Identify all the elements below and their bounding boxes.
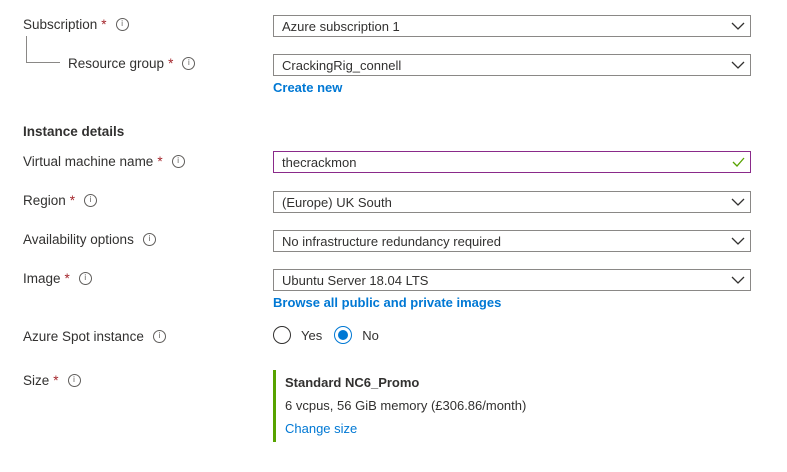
tree-connector	[26, 36, 60, 63]
spot-radio-group: Yes No	[273, 326, 391, 344]
size-summary: Standard NC6_Promo 6 vcpus, 56 GiB memor…	[273, 370, 526, 442]
vm-name-label-row: Virtual machine name * i	[23, 151, 185, 171]
checkmark-icon	[726, 157, 750, 167]
spot-yes-label: Yes	[301, 327, 323, 343]
required-marker: *	[53, 372, 59, 388]
image-value: Ubuntu Server 18.04 LTS	[282, 272, 429, 288]
info-icon[interactable]: i	[152, 329, 166, 343]
size-description: 6 vcpus, 56 GiB memory (£306.86/month)	[285, 398, 527, 413]
change-size-link[interactable]: Change size	[285, 421, 526, 436]
info-icon[interactable]: i	[142, 232, 156, 246]
chevron-down-icon	[726, 198, 750, 206]
resource-group-dropdown[interactable]: CrackingRig_connell	[273, 54, 751, 76]
availability-label-row: Availability options i	[23, 229, 156, 249]
info-icon[interactable]: i	[171, 154, 185, 168]
section-title-instance-details: Instance details	[23, 124, 125, 139]
size-label: Size	[23, 372, 50, 388]
region-label: Region	[23, 192, 66, 208]
info-icon[interactable]: i	[78, 271, 92, 285]
size-name: Standard NC6_Promo	[285, 375, 420, 390]
resource-group-label: Resource group	[68, 55, 165, 71]
info-icon[interactable]: i	[67, 373, 81, 387]
subscription-dropdown[interactable]: Azure subscription 1	[273, 15, 751, 37]
chevron-down-icon	[726, 61, 750, 69]
subscription-label: Subscription	[23, 16, 98, 32]
subscription-label-row: Subscription * i	[23, 14, 129, 34]
image-label: Image	[23, 270, 61, 286]
chevron-down-icon	[726, 22, 750, 30]
required-marker: *	[101, 16, 107, 32]
spot-label-row: Azure Spot instance i	[23, 326, 166, 346]
image-label-row: Image * i	[23, 268, 92, 288]
radio-unchecked-icon[interactable]	[273, 326, 291, 344]
required-marker: *	[64, 270, 70, 286]
info-icon[interactable]: i	[84, 193, 98, 207]
availability-label: Availability options	[23, 231, 134, 247]
required-marker: *	[157, 153, 163, 169]
spot-label: Azure Spot instance	[23, 328, 144, 344]
chevron-down-icon	[726, 276, 750, 284]
required-marker: *	[69, 192, 76, 208]
resource-group-value: CrackingRig_connell	[282, 57, 402, 73]
vm-name-input[interactable]: thecrackmon	[273, 151, 751, 173]
subscription-value: Azure subscription 1	[282, 18, 400, 34]
image-dropdown[interactable]: Ubuntu Server 18.04 LTS	[273, 269, 751, 291]
availability-value: No infrastructure redundancy required	[282, 233, 501, 249]
vm-name-label: Virtual machine name	[23, 153, 154, 169]
required-marker: *	[168, 55, 174, 71]
region-value: (Europe) UK South	[282, 194, 392, 210]
chevron-down-icon	[726, 237, 750, 245]
create-new-link[interactable]: Create new	[273, 80, 342, 95]
info-icon[interactable]: i	[115, 17, 129, 31]
radio-checked-icon[interactable]	[334, 326, 353, 344]
size-label-row: Size * i	[23, 370, 81, 390]
spot-no-label: No	[362, 327, 379, 343]
vm-name-value: thecrackmon	[282, 154, 357, 170]
info-icon[interactable]: i	[182, 56, 196, 70]
browse-images-link[interactable]: Browse all public and private images	[273, 295, 501, 310]
spot-radio-yes[interactable]: Yes	[273, 326, 322, 344]
availability-dropdown[interactable]: No infrastructure redundancy required	[273, 230, 751, 252]
region-label-row: Region * i	[23, 190, 98, 210]
region-dropdown[interactable]: (Europe) UK South	[273, 191, 751, 213]
spot-radio-no[interactable]: No	[334, 326, 379, 344]
resource-group-label-row: Resource group * i	[68, 53, 196, 73]
